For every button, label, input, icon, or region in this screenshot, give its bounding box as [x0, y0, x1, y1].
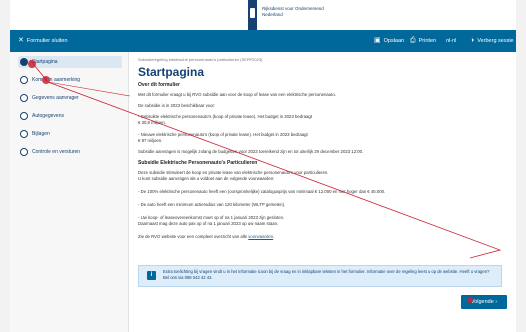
crest-icon [250, 8, 255, 18]
form-window: Rijksdienst voor Ondernemend Nederland ✕… [10, 0, 516, 332]
close-form-button[interactable]: ✕ Formulier sluiten [18, 30, 68, 52]
step-bijlagen[interactable]: Bijlagen [18, 128, 122, 140]
step-indicator-icon [20, 76, 28, 84]
close-icon: ✕ [18, 37, 24, 44]
main-content: Subsidieregeling elektrische personenaut… [138, 52, 510, 332]
paragraph: - De 100% elektrische personenauto heeft… [138, 189, 386, 194]
paragraph: - De auto heeft een minimum actieradius … [138, 202, 286, 207]
step-startpagina[interactable]: Startpagina [18, 56, 122, 68]
save-icon: ▣ [374, 37, 381, 44]
paragraph: € 87 miljoen. [138, 138, 163, 143]
step-indicator-icon [20, 58, 28, 66]
paragraph: Daarnaast mag deze auto pas op of na 1 j… [138, 221, 279, 226]
step-indicator-icon [20, 130, 28, 138]
eye-icon: ◑ [470, 37, 475, 44]
paragraph: Met dit formulier vraagt u bij RVO subsi… [138, 92, 336, 97]
step-controle-en-versturen[interactable]: Controle en versturen [18, 146, 122, 158]
language-button[interactable]: nl-nl [446, 30, 456, 52]
paragraph: Subsidie aanvragen is mogelijk zolang de… [138, 149, 364, 154]
save-button[interactable]: ▣ Opslaan [374, 30, 404, 52]
steps-sidebar: Startpagina Kom ik in aanmerking Gegeven… [10, 52, 129, 332]
step-indicator-icon [20, 112, 28, 120]
website-paragraph: Zie de RVO website voor een compleet ove… [138, 234, 275, 239]
info-box: i Extra toelichting bij vragen vindt u i… [138, 265, 502, 287]
page-title: Startpagina [138, 65, 205, 79]
hide-session-button[interactable]: ◑ Verberg sessie [470, 30, 514, 52]
section-heading-over-formulier: Over dit formulier [138, 82, 180, 88]
step-indicator-icon [20, 94, 28, 102]
logo-text: Rijksdienst voor Ondernemend Nederland [262, 6, 324, 17]
background-left [0, 0, 10, 332]
step-kom-ik-in-aanmerking[interactable]: Kom ik in aanmerking [18, 74, 122, 86]
step-indicator-icon [20, 148, 28, 156]
section-heading-subsidie: Subsidie Elektrische Personenauto's Part… [138, 160, 258, 166]
paragraph: De subsidie is in 2023 beschikbaar voor: [138, 103, 216, 108]
step-gegevens-aanvrager[interactable]: Gegevens aanvrager [18, 92, 122, 104]
step-autogegevens[interactable]: Autogegevens [18, 110, 122, 122]
print-button[interactable]: ⎙ Printen [410, 30, 436, 52]
next-button[interactable]: Volgende › [461, 295, 507, 309]
print-icon: ⎙ [410, 37, 416, 44]
top-header: Rijksdienst voor Ondernemend Nederland [10, 0, 516, 31]
info-text: Extra toelichting bij vragen vindt u in … [163, 269, 490, 280]
info-icon: i [147, 271, 156, 280]
form-toolbar: ✕ Formulier sluiten ▣ Opslaan ⎙ Printen nl-… [10, 30, 516, 52]
voorwaarden-link[interactable]: voorwaarden [248, 234, 273, 239]
breadcrumb: Subsidieregeling elektrische personenaut… [138, 57, 263, 62]
paragraph: € 30,8 miljoen. [138, 120, 166, 125]
paragraph: U kunt subsidie aanvragen als u voldoet … [138, 176, 275, 181]
